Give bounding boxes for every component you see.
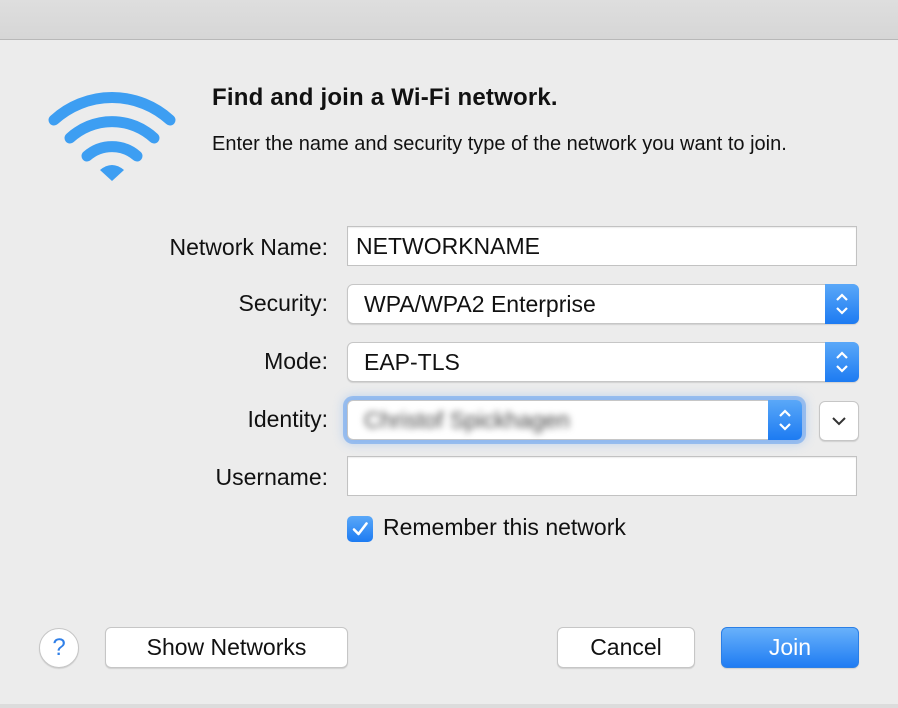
dialog-title: Find and join a Wi-Fi network. — [212, 84, 558, 111]
mode-label: Mode: — [264, 348, 328, 374]
dialog-subtitle: Enter the name and security type of the … — [212, 133, 787, 155]
remember-checkbox[interactable] — [347, 516, 373, 542]
username-label: Username: — [215, 464, 328, 490]
mode-popup[interactable]: EAP-TLS — [347, 342, 859, 382]
join-button[interactable]: Join — [721, 627, 859, 668]
security-popup[interactable]: WPA/WPA2 Enterprise — [347, 284, 859, 324]
security-label: Security: — [238, 290, 328, 316]
window-titlebar — [0, 0, 898, 40]
chevron-down-icon — [832, 417, 846, 426]
up-down-chevron-icon — [768, 400, 802, 440]
help-button[interactable]: ? — [39, 628, 79, 668]
mode-value: EAP-TLS — [364, 349, 460, 375]
window-bottom-edge — [0, 704, 898, 708]
identity-popup[interactable]: Christof Spickhagen — [347, 400, 802, 440]
username-field[interactable] — [347, 456, 857, 496]
network-name-label: Network Name: — [169, 234, 328, 260]
wifi-icon — [48, 90, 176, 186]
network-name-field[interactable] — [347, 226, 857, 266]
up-down-chevron-icon — [825, 342, 859, 382]
up-down-chevron-icon — [825, 284, 859, 324]
identity-value: Christof Spickhagen — [364, 407, 570, 433]
security-value: WPA/WPA2 Enterprise — [364, 291, 596, 317]
show-networks-button[interactable]: Show Networks — [105, 627, 348, 668]
identity-disclosure-button[interactable] — [819, 401, 859, 441]
cancel-button[interactable]: Cancel — [557, 627, 695, 668]
identity-label: Identity: — [247, 406, 328, 432]
checkmark-icon — [352, 522, 368, 536]
remember-label[interactable]: Remember this network — [383, 514, 626, 541]
